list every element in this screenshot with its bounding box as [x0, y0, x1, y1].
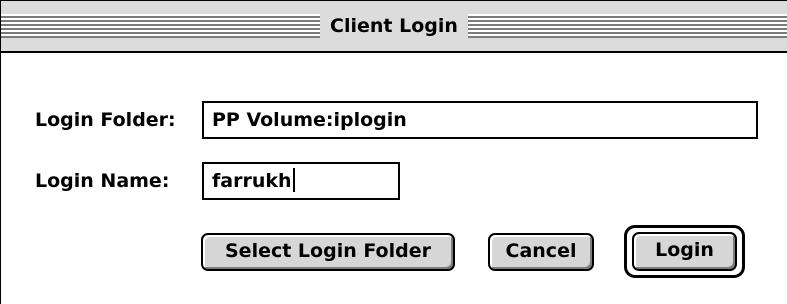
login-name-label: Login Name:	[35, 170, 170, 192]
window-title: Client Login	[320, 11, 468, 41]
title-bar[interactable]: Client Login	[1, 1, 787, 53]
client-login-window: Client Login Login Folder: PP Volume:ipl…	[0, 0, 787, 304]
login-button[interactable]: Login	[632, 232, 737, 271]
text-caret	[292, 168, 295, 192]
cancel-button[interactable]: Cancel	[488, 233, 594, 271]
default-button-ring: Login	[624, 225, 745, 278]
title-wrap: Client Login	[1, 11, 787, 41]
login-name-field[interactable]: farrukh	[202, 162, 400, 200]
login-name-value: farrukh	[212, 170, 292, 192]
select-login-folder-button[interactable]: Select Login Folder	[201, 233, 455, 271]
login-folder-value: PP Volume:iplogin	[212, 109, 407, 131]
login-folder-label: Login Folder:	[35, 109, 176, 131]
login-folder-field[interactable]: PP Volume:iplogin	[202, 101, 758, 139]
